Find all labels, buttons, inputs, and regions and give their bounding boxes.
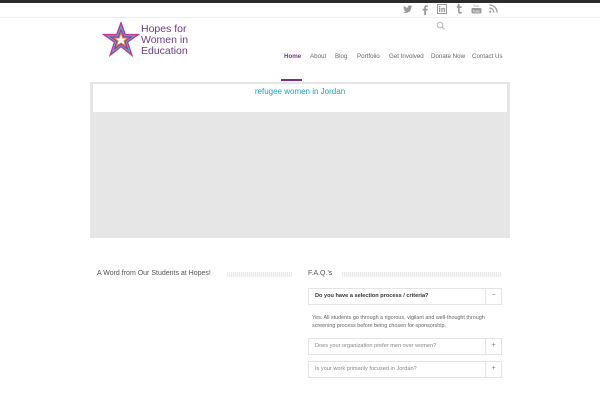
faq-answer-1: Yes. All students go through a rigorous,… [312, 315, 485, 329]
twitter-icon[interactable] [403, 5, 413, 14]
faq-item-1[interactable]: Do you have a selection process / criter… [308, 288, 502, 305]
faq-question-1[interactable]: Do you have a selection process / criter… [315, 293, 428, 299]
rss-icon[interactable] [489, 4, 498, 13]
slider-caption: refugee women in Jordan [254, 87, 346, 96]
faq-item-3[interactable]: Is your work primarily focused in Jordan… [308, 361, 502, 378]
logo-text[interactable]: Hopes for Women in Education [141, 24, 188, 57]
search-icon[interactable] [436, 21, 446, 31]
students-title-rule [227, 272, 292, 277]
students-title: A Word from Our Students at Hopes! [97, 270, 211, 277]
youtube-icon[interactable]: YouTube [471, 4, 482, 14]
logo-star-icon[interactable] [101, 22, 141, 58]
header-divider [0, 17, 600, 18]
nav-home[interactable]: Home [284, 53, 301, 60]
minus-icon[interactable]: − [485, 289, 501, 304]
tumblr-icon[interactable] [456, 4, 463, 14]
facebook-icon[interactable] [422, 5, 428, 15]
faq-question-3[interactable]: Is your work primarily focused in Jordan… [315, 366, 417, 372]
logo-line-3: Education [141, 45, 188, 57]
plus-icon[interactable]: + [485, 339, 501, 354]
nav-contact-us[interactable]: Contact Us [472, 53, 503, 60]
nav-blog[interactable]: Blog [335, 53, 347, 60]
nav-about[interactable]: About [310, 53, 326, 60]
nav-donate-now[interactable]: Donate Now [431, 53, 465, 60]
top-bar [0, 0, 600, 3]
plus-icon[interactable]: + [485, 362, 501, 377]
linkedin-icon[interactable] [437, 4, 447, 14]
svg-text:Tube: Tube [473, 9, 481, 13]
faq-item-2[interactable]: Does your organization prefer men over w… [308, 338, 502, 355]
nav-get-involved[interactable]: Get Involved [389, 53, 424, 60]
nav-active-indicator [281, 79, 302, 81]
faq-title: F.A.Q.'s [308, 270, 333, 277]
faq-title-rule [342, 272, 502, 277]
faq-question-2[interactable]: Does your organization prefer men over w… [315, 343, 436, 349]
nav-portfolio[interactable]: Portfolio [357, 53, 380, 60]
svg-text:You: You [473, 4, 479, 8]
